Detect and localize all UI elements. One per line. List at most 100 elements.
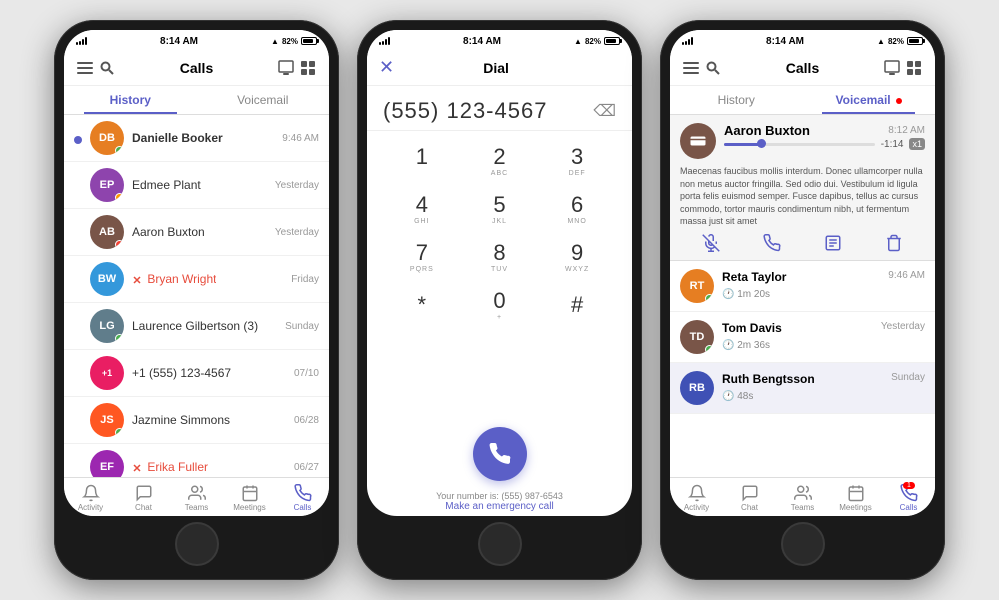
backspace-button[interactable]: ⌫ <box>593 101 616 121</box>
nav-teams-3[interactable]: Teams <box>776 482 829 514</box>
vm-name: Aaron Buxton <box>724 123 810 138</box>
battery-icon-1 <box>301 37 317 45</box>
vm-info-tom: Tom Davis Yesterday 🕐 2m 36s <box>722 321 925 353</box>
grid-icon-3[interactable] <box>903 57 925 79</box>
call-item-danielle[interactable]: DB Danielle Booker 9:46 AM <box>64 115 329 162</box>
status-time-3: 8:14 AM <box>766 36 804 47</box>
vm-item-ruth[interactable]: RB Ruth Bengtsson Sunday 🕐 48s <box>670 363 935 414</box>
nav-meetings-3[interactable]: Meetings <box>829 482 882 514</box>
search-icon-3[interactable] <box>702 57 724 79</box>
call-time-bryan: Friday <box>291 274 319 285</box>
vm-time-ruth: Sunday <box>891 372 925 386</box>
status-laurence <box>115 334 124 343</box>
phone-screen-1: 8:14 AM ▲ 82% Calls <box>64 30 329 516</box>
dial-key-2[interactable]: 2 ABC <box>469 139 529 183</box>
call-item-aaron[interactable]: AB Aaron Buxton Yesterday <box>64 209 329 256</box>
call-time-laurence: Sunday <box>285 321 319 332</box>
vm-header: Aaron Buxton 8:12 AM -1:14 x1 <box>680 123 925 159</box>
dial-row-4: * 0 + # <box>383 283 616 327</box>
screen-icon-1[interactable] <box>275 57 297 79</box>
dial-key-3[interactable]: 3 DEF <box>547 139 607 183</box>
call-item-edmee[interactable]: EP Edmee Plant Yesterday <box>64 162 329 209</box>
nav-meetings-1[interactable]: Meetings <box>223 482 276 514</box>
app-header-3: Calls <box>670 50 935 86</box>
dial-key-hash[interactable]: # <box>547 283 607 327</box>
battery-icon-3 <box>907 37 923 45</box>
call-item-bryan[interactable]: BW Bryan Wright Friday <box>64 256 329 303</box>
signal-icon-3 <box>682 37 693 45</box>
dial-key-9[interactable]: 9 WXYZ <box>547 235 607 279</box>
grid-icon-1[interactable] <box>297 57 319 79</box>
vm-duration-reta: 🕐 1m 20s <box>722 289 770 300</box>
tabs-1: History Voicemail <box>64 86 329 115</box>
vm-action-mute[interactable] <box>702 234 720 252</box>
nav-activity-3[interactable]: Activity <box>670 482 723 514</box>
tab-history-3[interactable]: History <box>670 86 803 114</box>
menu-icon-3[interactable] <box>680 57 702 79</box>
dial-key-0[interactable]: 0 + <box>469 283 529 327</box>
dial-key-7[interactable]: 7 PQRS <box>392 235 452 279</box>
status-jazmine <box>115 428 124 437</box>
nav-chat-3[interactable]: Chat <box>723 482 776 514</box>
nav-teams-1[interactable]: Teams <box>170 482 223 514</box>
vm-action-transcript[interactable] <box>824 234 842 252</box>
home-button-2[interactable] <box>478 522 522 566</box>
call-item-number[interactable]: +1 +1 (555) 123-4567 07/10 <box>64 350 329 397</box>
voicemail-detail: Aaron Buxton 8:12 AM -1:14 x1 <box>670 115 935 261</box>
dial-key-6[interactable]: 6 MNO <box>547 187 607 231</box>
emergency-call-link[interactable]: Make an emergency call <box>367 501 632 512</box>
call-item-erika[interactable]: EF Erika Fuller 06/27 <box>64 444 329 477</box>
search-icon-1[interactable] <box>96 57 118 79</box>
call-item-laurence[interactable]: LG Laurence Gilbertson (3) Sunday <box>64 303 329 350</box>
vm-time-tom: Yesterday <box>881 321 925 335</box>
dial-title: Dial <box>394 60 598 76</box>
dial-row-3: 7 PQRS 8 TUV 9 WXYZ <box>383 235 616 279</box>
unread-dot-danielle <box>74 136 82 144</box>
tab-voicemail-1[interactable]: Voicemail <box>197 86 330 114</box>
call-info-edmee: Edmee Plant Yesterday <box>132 178 319 192</box>
progress-thumb <box>757 139 766 148</box>
nav-calls-3[interactable]: 1 Calls <box>882 482 935 514</box>
nav-chat-label-3: Chat <box>741 503 758 512</box>
bottom-nav-1: Activity Chat Teams Meetings Calls <box>64 477 329 516</box>
dial-key-5[interactable]: 5 JKL <box>469 187 529 231</box>
tab-voicemail-3[interactable]: Voicemail <box>803 86 936 114</box>
tab-history-1[interactable]: History <box>64 86 197 114</box>
dial-key-1[interactable]: 1 <box>392 139 452 183</box>
vm-item-reta[interactable]: RT Reta Taylor 9:46 AM 🕐 1m 20s <box>670 261 935 312</box>
bottom-nav-3: Activity Chat Teams Meetings 1 Cal <box>670 477 935 516</box>
nav-calls-1[interactable]: Calls <box>276 482 329 514</box>
call-name-erika: Erika Fuller <box>132 460 208 474</box>
battery-percent-2: 82% <box>585 37 601 46</box>
status-bar-1: 8:14 AM ▲ 82% <box>64 30 329 50</box>
home-button-3[interactable] <box>781 522 825 566</box>
dial-key-8[interactable]: 8 TUV <box>469 235 529 279</box>
home-button-1[interactable] <box>175 522 219 566</box>
dial-key-4[interactable]: 4 GHI <box>392 187 452 231</box>
status-aaron <box>115 240 124 249</box>
status-bar-3: 8:14 AM ▲ 82% <box>670 30 935 50</box>
nav-chat-label-1: Chat <box>135 503 152 512</box>
dial-row-1: 1 2 ABC 3 DEF <box>383 139 616 183</box>
call-item-jazmine[interactable]: JS Jazmine Simmons 06/28 <box>64 397 329 444</box>
avatar-erika: EF <box>90 450 124 477</box>
vm-item-tom[interactable]: TD Tom Davis Yesterday 🕐 2m 36s <box>670 312 935 363</box>
battery-percent-1: 82% <box>282 37 298 46</box>
status-time-2: 8:14 AM <box>463 36 501 47</box>
avatar-laurence: LG <box>90 309 124 343</box>
vm-progress: -1:14 x1 <box>724 138 925 150</box>
call-button[interactable] <box>473 427 527 481</box>
screen-icon-3[interactable] <box>881 57 903 79</box>
close-button[interactable]: ✕ <box>379 57 394 78</box>
status-bar-2: 8:14 AM ▲ 82% <box>367 30 632 50</box>
avatar-tom: TD <box>680 320 714 354</box>
call-info-erika: Erika Fuller 06/27 <box>132 460 319 474</box>
dial-key-star[interactable]: * <box>392 283 452 327</box>
nav-meetings-label-3: Meetings <box>839 503 871 512</box>
vm-action-call[interactable] <box>763 234 781 252</box>
menu-icon-1[interactable] <box>74 57 96 79</box>
nav-chat-1[interactable]: Chat <box>117 482 170 514</box>
call-list-1: DB Danielle Booker 9:46 AM EP <box>64 115 329 477</box>
nav-activity-1[interactable]: Activity <box>64 482 117 514</box>
vm-action-delete[interactable] <box>885 234 903 252</box>
